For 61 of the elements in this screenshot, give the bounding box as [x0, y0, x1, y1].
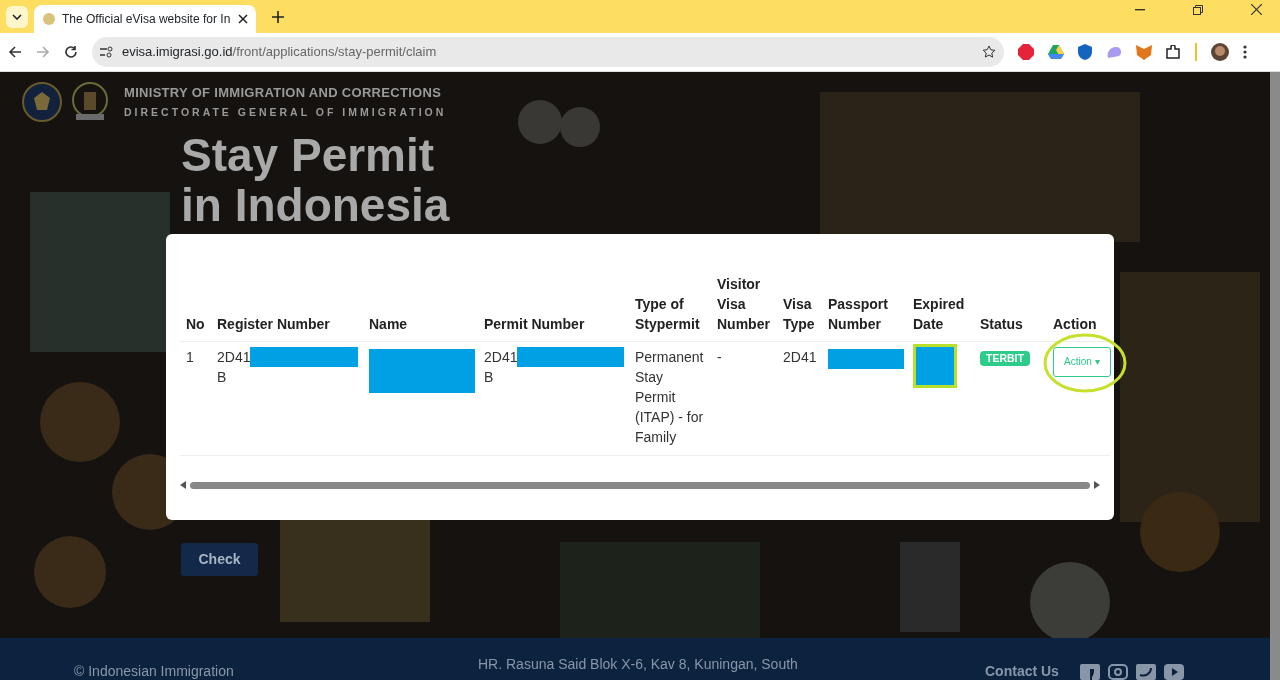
column-header: Name	[363, 274, 478, 342]
table-cell-text: B	[484, 368, 495, 387]
column-header: Passport Number	[822, 274, 907, 342]
address-bar[interactable]: evisa.imigrasi.go.id/front/applications/stay-permit/claim	[92, 37, 1004, 67]
table-cell-text: Permanent Stay Permit (ITAP) - for Family	[635, 348, 705, 447]
menu-icon[interactable]	[1243, 45, 1247, 59]
instagram-icon[interactable]	[1108, 664, 1128, 680]
column-header: Visitor Visa Number	[711, 274, 777, 342]
emblem-icon	[42, 12, 56, 26]
hero-title: Stay Permit	[181, 130, 436, 180]
facebook-icon[interactable]	[1080, 664, 1100, 680]
column-header: No	[180, 274, 211, 342]
scroll-left-icon[interactable]	[180, 481, 186, 489]
puzzle-icon[interactable]	[1166, 44, 1181, 60]
column-header: Type of Stypermit	[629, 274, 711, 342]
column-header: Register Number	[211, 274, 363, 342]
address-text: HR. Rasuna Said Blok X-6, Kav 8, Kuningan, South	[478, 655, 798, 674]
table-cell-text: -	[717, 348, 723, 367]
status-badge: TERBIT	[980, 351, 1030, 366]
table-cell-text: B	[217, 368, 228, 387]
table-cell-text: 1	[186, 348, 195, 367]
table-cell-text: 2D41	[783, 348, 817, 367]
chevron-icon	[12, 14, 22, 20]
site-settings-icon[interactable]	[100, 46, 114, 58]
tab-list-button[interactable]	[6, 6, 28, 28]
contact-link[interactable]: Contact Us	[985, 661, 1059, 680]
star-icon[interactable]	[982, 45, 996, 59]
hero-title: in Indonesia	[181, 180, 451, 230]
column-header: Action	[1047, 274, 1110, 342]
url-text: evisa.imigrasi.go.id/front/applications/stay-permit/claim	[122, 43, 437, 62]
youtube-icon[interactable]	[1164, 664, 1184, 680]
new-tab-icon[interactable]	[272, 11, 284, 23]
horizontal-scrollbar[interactable]	[180, 478, 1100, 492]
minimize-icon[interactable]	[1135, 8, 1145, 11]
directorate-name: DIRECTORATE GENERAL OF IMMIGRATION	[124, 104, 447, 120]
ministry-name: MINISTRY OF IMMIGRATION AND CORRECTIONS	[124, 84, 443, 103]
close-icon[interactable]	[238, 14, 248, 24]
close-icon[interactable]	[1251, 4, 1262, 15]
tab-title: The Official eVisa website for In	[62, 11, 232, 28]
table-cell-text: 2D41	[484, 348, 518, 367]
restore-icon[interactable]	[1193, 4, 1203, 15]
triangle-icon[interactable]	[1048, 45, 1064, 59]
avatar-icon[interactable]	[1211, 43, 1229, 61]
scroll-right-icon[interactable]	[1094, 481, 1100, 489]
fox-icon[interactable]	[1136, 44, 1152, 60]
check-button[interactable]: Check	[181, 543, 258, 576]
back-icon[interactable]	[8, 45, 22, 59]
separator-mark	[1195, 43, 1197, 61]
table-cell-text: 2D41	[217, 348, 251, 367]
reload-icon[interactable]	[64, 45, 78, 59]
column-header: Visa Type	[777, 274, 822, 342]
emblem-icon	[22, 82, 62, 122]
browser-tab[interactable]: The Official eVisa website for In	[34, 5, 256, 33]
shield-icon[interactable]	[1078, 44, 1092, 60]
stop-sign-icon[interactable]	[1018, 44, 1034, 60]
page-scrollbar[interactable]	[1270, 72, 1280, 680]
copyright-text: © Indonesian Immigration	[74, 662, 234, 680]
twitter-icon[interactable]	[1136, 664, 1156, 680]
column-header: Permit Number	[478, 274, 629, 342]
column-header: Expired Date	[907, 274, 974, 342]
column-header: Status	[974, 274, 1047, 342]
